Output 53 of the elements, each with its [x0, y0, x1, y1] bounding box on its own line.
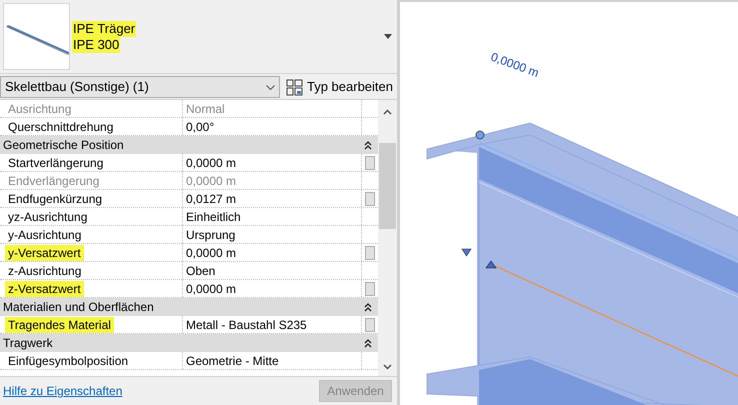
property-name: Startverlängerung: [7, 154, 104, 170]
property-row[interactable]: yz-Ausrichtung Einheitlich: [0, 208, 378, 226]
3d-viewport[interactable]: 0,0000 m: [397, 0, 738, 405]
chevron-down-icon: [266, 84, 275, 90]
collapse-icon[interactable]: [364, 338, 372, 348]
edit-type-icon: [286, 78, 303, 96]
property-value[interactable]: 0,0000 m: [183, 280, 362, 297]
group-header[interactable]: Geometrische Position: [0, 136, 378, 154]
property-name: Querschnittdrehung: [7, 118, 114, 134]
property-value[interactable]: 0,00°: [183, 118, 362, 135]
property-value[interactable]: Ursprung: [183, 226, 362, 243]
instance-filter-dropdown[interactable]: Skelettbau (Sonstige) (1): [0, 76, 280, 98]
family-name: IPE Träger: [72, 20, 136, 36]
property-name: Endfugenkürzung: [7, 190, 104, 206]
property-value[interactable]: 0,0127 m: [183, 190, 362, 207]
dropdown-icon[interactable]: [384, 34, 392, 39]
collapse-icon[interactable]: [364, 302, 372, 312]
scroll-down-icon[interactable]: [383, 364, 392, 370]
beam-thumbnail: [3, 3, 70, 70]
group-title: Tragwerk: [3, 335, 53, 352]
property-name: z-Ausrichtung: [7, 262, 82, 278]
type-selector[interactable]: IPE Träger IPE 300: [0, 0, 397, 74]
type-name: IPE 300: [72, 36, 120, 52]
property-row[interactable]: Startverlängerung 0,0000 m: [0, 154, 378, 172]
property-name: Ausrichtung: [7, 100, 72, 116]
scroll-up-icon[interactable]: [383, 109, 392, 115]
group-title: Materialien und Oberflächen: [3, 299, 154, 316]
property-row[interactable]: y-Versatzwert 0,0000 m: [0, 244, 378, 262]
property-name: yz-Ausrichtung: [7, 208, 88, 224]
property-name: Einfügesymbolposition: [7, 352, 130, 368]
property-name: Tragendes Material: [5, 316, 114, 332]
collapse-icon[interactable]: [364, 140, 372, 150]
help-link[interactable]: Hilfe zu Eigenschaften: [3, 382, 122, 400]
property-value[interactable]: 0,0000 m: [183, 154, 362, 171]
property-row[interactable]: z-Ausrichtung Oben: [0, 262, 378, 280]
edit-type-button[interactable]: Typ bearbeiten: [284, 76, 395, 98]
scrollbar[interactable]: [378, 100, 397, 376]
property-name: y-Versatzwert: [5, 244, 84, 260]
group-header[interactable]: Tragwerk: [0, 334, 378, 352]
property-row[interactable]: Einfügesymbolposition Geometrie - Mitte: [0, 352, 378, 370]
property-value[interactable]: Oben: [183, 262, 362, 279]
property-value[interactable]: Geometrie - Mitte: [183, 352, 362, 369]
dimension-label: 0,0000 m: [488, 50, 541, 80]
group-title: Geometrische Position: [3, 137, 124, 154]
property-value[interactable]: 0,0000 m: [183, 244, 362, 261]
property-name: Endverlängerung: [7, 172, 100, 188]
group-header[interactable]: Materialien und Oberflächen: [0, 298, 378, 316]
property-value[interactable]: Einheitlich: [183, 208, 362, 225]
property-name: z-Versatzwert: [5, 280, 84, 296]
property-name: y-Ausrichtung: [7, 226, 82, 242]
property-value[interactable]: Metall - Baustahl S235: [183, 316, 362, 333]
property-row[interactable]: y-Ausrichtung Ursprung: [0, 226, 378, 244]
property-row[interactable]: Endfugenkürzung 0,0127 m: [0, 190, 378, 208]
